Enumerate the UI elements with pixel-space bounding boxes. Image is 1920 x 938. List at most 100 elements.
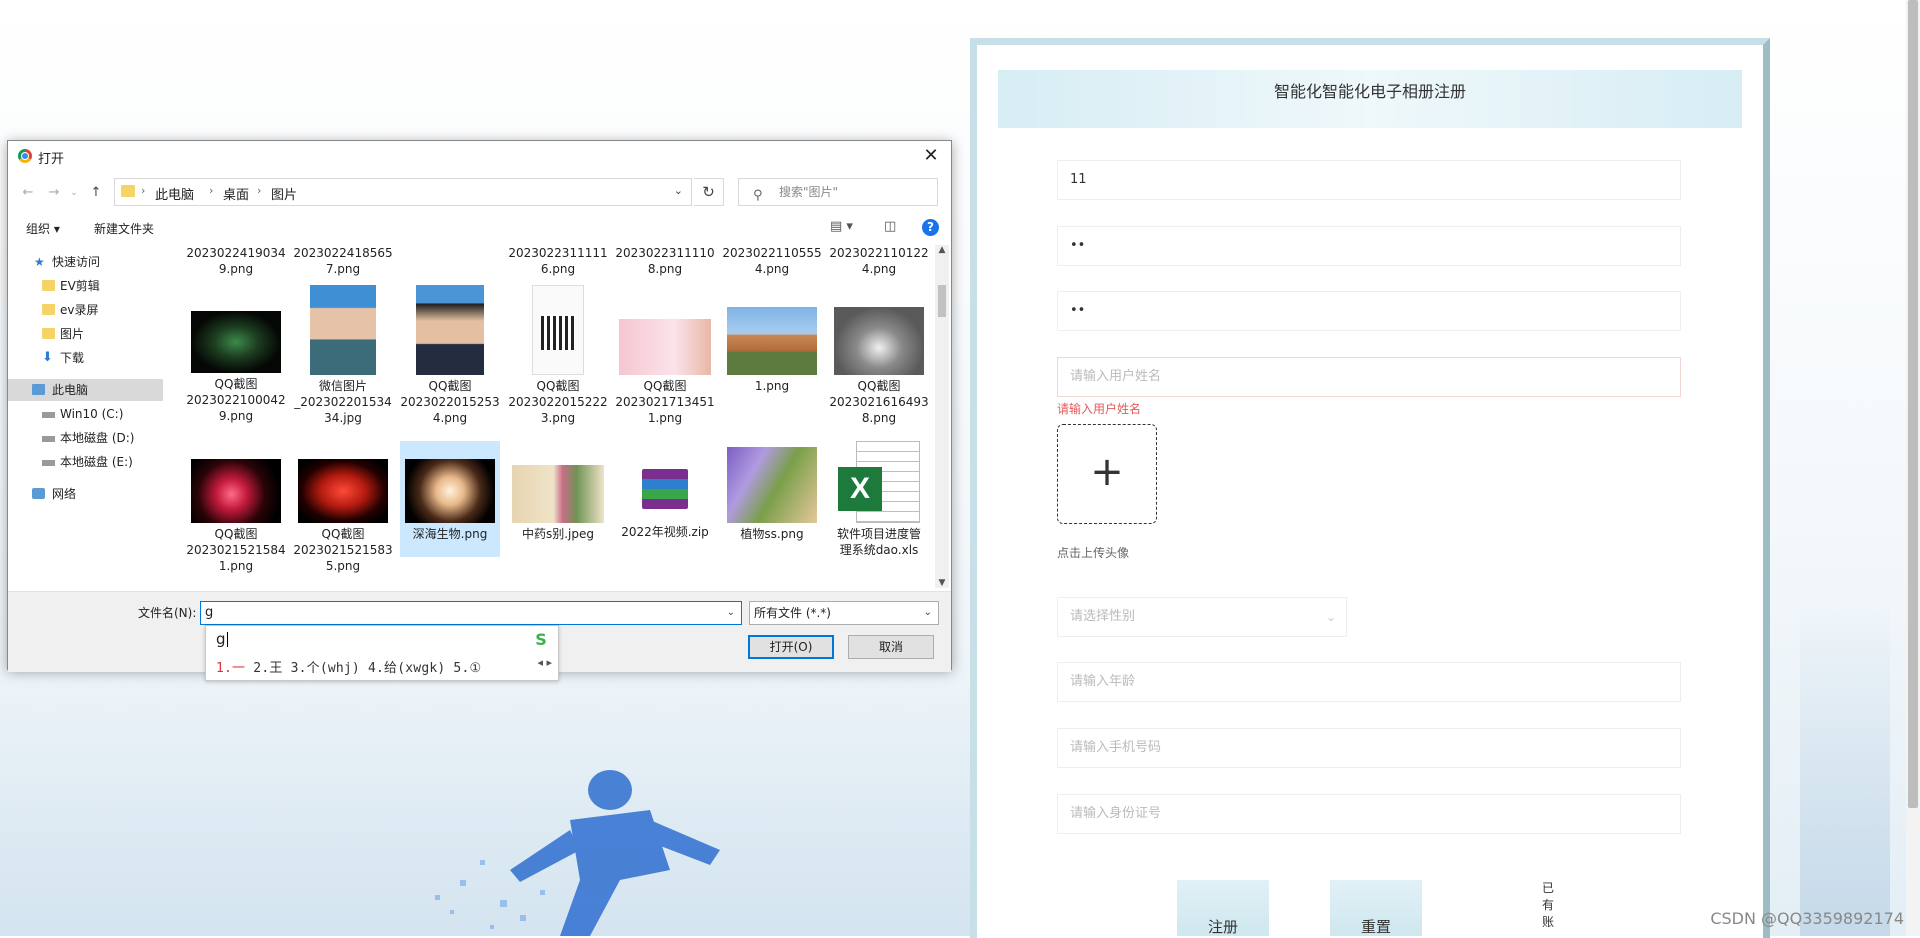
image-thumbnail — [298, 459, 388, 523]
sidebar-item-label: 此电脑 — [52, 383, 89, 397]
file-name: QQ截图 2023021521584 1.png — [186, 527, 286, 573]
username-field[interactable]: 11 — [1057, 160, 1681, 200]
file-item[interactable]: 2023022110122 4.png — [829, 245, 929, 277]
refresh-icon[interactable]: ↻ — [694, 178, 724, 206]
file-name: 2023022418565 7.png — [293, 246, 393, 276]
file-name: QQ截图 2023021616493 8.png — [829, 379, 929, 425]
page-scrollbar-thumb[interactable] — [1908, 0, 1918, 808]
file-item[interactable]: 2023022311110 8.png — [615, 245, 715, 277]
search-input[interactable]: ⚲ 搜索"图片" — [738, 178, 938, 206]
file-item[interactable]: 1.png — [722, 285, 822, 394]
file-list-scrollbar-thumb[interactable] — [938, 285, 946, 317]
back-arrow-icon[interactable]: ← — [18, 183, 38, 203]
phone-field[interactable]: 请输入手机号码 — [1057, 728, 1681, 768]
recent-dropdown-icon[interactable]: ⌄ — [64, 183, 84, 203]
ime-candidate-rest[interactable]: 2.王 3.个(whj) 4.给(xwgk) 5.① — [253, 661, 481, 676]
folder-icon — [42, 280, 55, 291]
image-thumbnail — [532, 285, 584, 375]
background-runner-graphic — [435, 770, 720, 936]
sidebar-item-drive-d[interactable]: 本地磁盘 (D:) — [8, 427, 163, 449]
age-field[interactable]: 请输入年龄 — [1057, 662, 1681, 702]
file-item[interactable]: QQ截图 2023022100042 9.png — [186, 285, 286, 424]
breadcrumb-item[interactable]: 图片 — [271, 184, 297, 203]
sidebar-item-drive-e[interactable]: 本地磁盘 (E:) — [8, 451, 163, 473]
file-item[interactable]: QQ截图 2023021521584 1.png — [186, 441, 286, 574]
file-item[interactable]: 2023022110555 4.png — [722, 245, 822, 277]
ime-candidates[interactable]: 1.一 2.王 3.个(whj) 4.给(xwgk) 5.① — [216, 657, 481, 676]
real-name-field[interactable]: 请输入用户姓名 — [1057, 357, 1681, 397]
ime-composition: g — [216, 630, 226, 648]
avatar-upload[interactable]: + — [1057, 424, 1157, 524]
file-item[interactable]: 植物ss.png — [722, 441, 822, 542]
login-link[interactable]: 已有账 — [1542, 880, 1558, 931]
file-name: 微信图片 _202302201534 34.jpg — [294, 379, 392, 425]
file-name: QQ截图 2023022015222 3.png — [508, 379, 608, 425]
forward-arrow-icon[interactable]: → — [44, 183, 64, 203]
file-name: 2023022110122 4.png — [829, 246, 929, 276]
organize-menu[interactable]: 组织 ▾ — [26, 220, 60, 237]
file-item-selected[interactable]: 深海生物.png — [400, 441, 500, 557]
breadcrumb-item[interactable]: 此电脑 — [155, 184, 194, 203]
filename-input[interactable]: g ⌄ — [200, 601, 742, 625]
ime-page-arrows-icon[interactable]: ◂ ▸ — [537, 656, 552, 669]
file-item[interactable]: 2022年视频.zip — [615, 441, 715, 540]
file-item[interactable]: QQ截图 2023022015253 4.png — [400, 285, 500, 426]
sidebar-item-label: 本地磁盘 (D:) — [60, 431, 135, 445]
file-item[interactable]: 微信图片 _202302201534 34.jpg — [293, 285, 393, 426]
gender-select[interactable]: 请选择性别 ⌄ — [1057, 597, 1347, 637]
file-type-select[interactable]: 所有文件 (*.*) ⌄ — [749, 601, 939, 625]
confirm-password-field[interactable]: •• — [1057, 291, 1681, 331]
sidebar-item-label: 快速访问 — [52, 255, 101, 269]
sidebar-item-network[interactable]: 网络 — [8, 483, 163, 505]
image-thumbnail — [512, 465, 604, 523]
sidebar-item-label: ev录屏 — [60, 303, 99, 317]
real-name-error: 请输入用户姓名 — [1057, 402, 1142, 416]
file-list-scrollbar[interactable]: ▲ ▼ — [935, 245, 949, 588]
file-item[interactable]: QQ截图 2023022015222 3.png — [508, 285, 608, 426]
close-icon[interactable]: ✕ — [917, 143, 945, 169]
chevron-down-icon[interactable]: ⌄ — [727, 602, 735, 624]
chevron-down-icon[interactable]: ⌄ — [674, 184, 683, 197]
cancel-button[interactable]: 取消 — [848, 635, 934, 659]
file-item[interactable]: QQ截图 2023021713451 1.png — [615, 285, 715, 426]
id-number-field[interactable]: 请输入身份证号 — [1057, 794, 1681, 834]
reset-button[interactable]: 重置 — [1330, 880, 1422, 936]
file-item[interactable]: 中药s别.jpeg — [508, 441, 608, 542]
file-name: QQ截图 2023022100042 9.png — [186, 377, 286, 423]
file-item[interactable]: QQ截图 2023021616493 8.png — [829, 285, 929, 426]
breadcrumb-separator-icon: › — [209, 184, 214, 197]
image-thumbnail — [727, 447, 817, 523]
ime-candidate-first[interactable]: 1.一 — [216, 661, 245, 676]
scroll-up-icon[interactable]: ▲ — [935, 245, 949, 255]
file-item[interactable]: QQ截图 2023021521583 5.png — [293, 441, 393, 574]
sidebar-item-drive-c[interactable]: Win10 (C:) — [8, 403, 163, 425]
sidebar-item-downloads[interactable]: ⬇ 下载 — [8, 347, 163, 369]
open-button[interactable]: 打开(O) — [748, 635, 834, 659]
help-icon[interactable]: ? — [922, 219, 939, 236]
page-scrollbar[interactable] — [1906, 0, 1920, 936]
register-button[interactable]: 注册 — [1177, 880, 1269, 936]
drive-icon — [42, 436, 55, 442]
file-name: QQ截图 2023021713451 1.png — [615, 379, 715, 425]
dialog-navbar: ← → ⌄ ↑ › 此电脑 › 桌面 › 图片 ⌄ ↻ ⚲ 搜索"图片" — [8, 175, 951, 209]
sidebar-item-pictures[interactable]: 图片 — [8, 323, 163, 345]
sidebar-item-ev-recorder[interactable]: ev录屏 — [8, 299, 163, 321]
file-item[interactable]: X 软件项目进度管 理系统dao.xls — [829, 441, 929, 558]
preview-pane-icon[interactable]: ◫ — [884, 219, 896, 234]
view-options-icon[interactable]: ▤ ▾ — [830, 219, 853, 234]
sidebar-item-this-pc[interactable]: 此电脑 — [8, 379, 163, 401]
file-name: QQ截图 2023022015253 4.png — [400, 379, 500, 425]
star-icon: ★ — [34, 255, 45, 269]
up-arrow-icon[interactable]: ↑ — [86, 183, 106, 203]
breadcrumb-item[interactable]: 桌面 — [223, 184, 249, 203]
new-folder-button[interactable]: 新建文件夹 — [94, 220, 154, 237]
dialog-titlebar[interactable]: 打开 ✕ — [8, 141, 951, 171]
scroll-down-icon[interactable]: ▼ — [935, 578, 949, 588]
file-item[interactable]: 2023022419034 9.png — [186, 245, 286, 277]
password-field[interactable]: •• — [1057, 226, 1681, 266]
sidebar-item-ev-editor[interactable]: EV剪辑 — [8, 275, 163, 297]
file-item[interactable]: 2023022418565 7.png — [293, 245, 393, 277]
file-item[interactable]: 2023022311111 6.png — [508, 245, 608, 277]
address-bar[interactable]: › 此电脑 › 桌面 › 图片 ⌄ — [114, 178, 692, 206]
sidebar-item-quick-access[interactable]: ★ 快速访问 — [8, 251, 163, 273]
